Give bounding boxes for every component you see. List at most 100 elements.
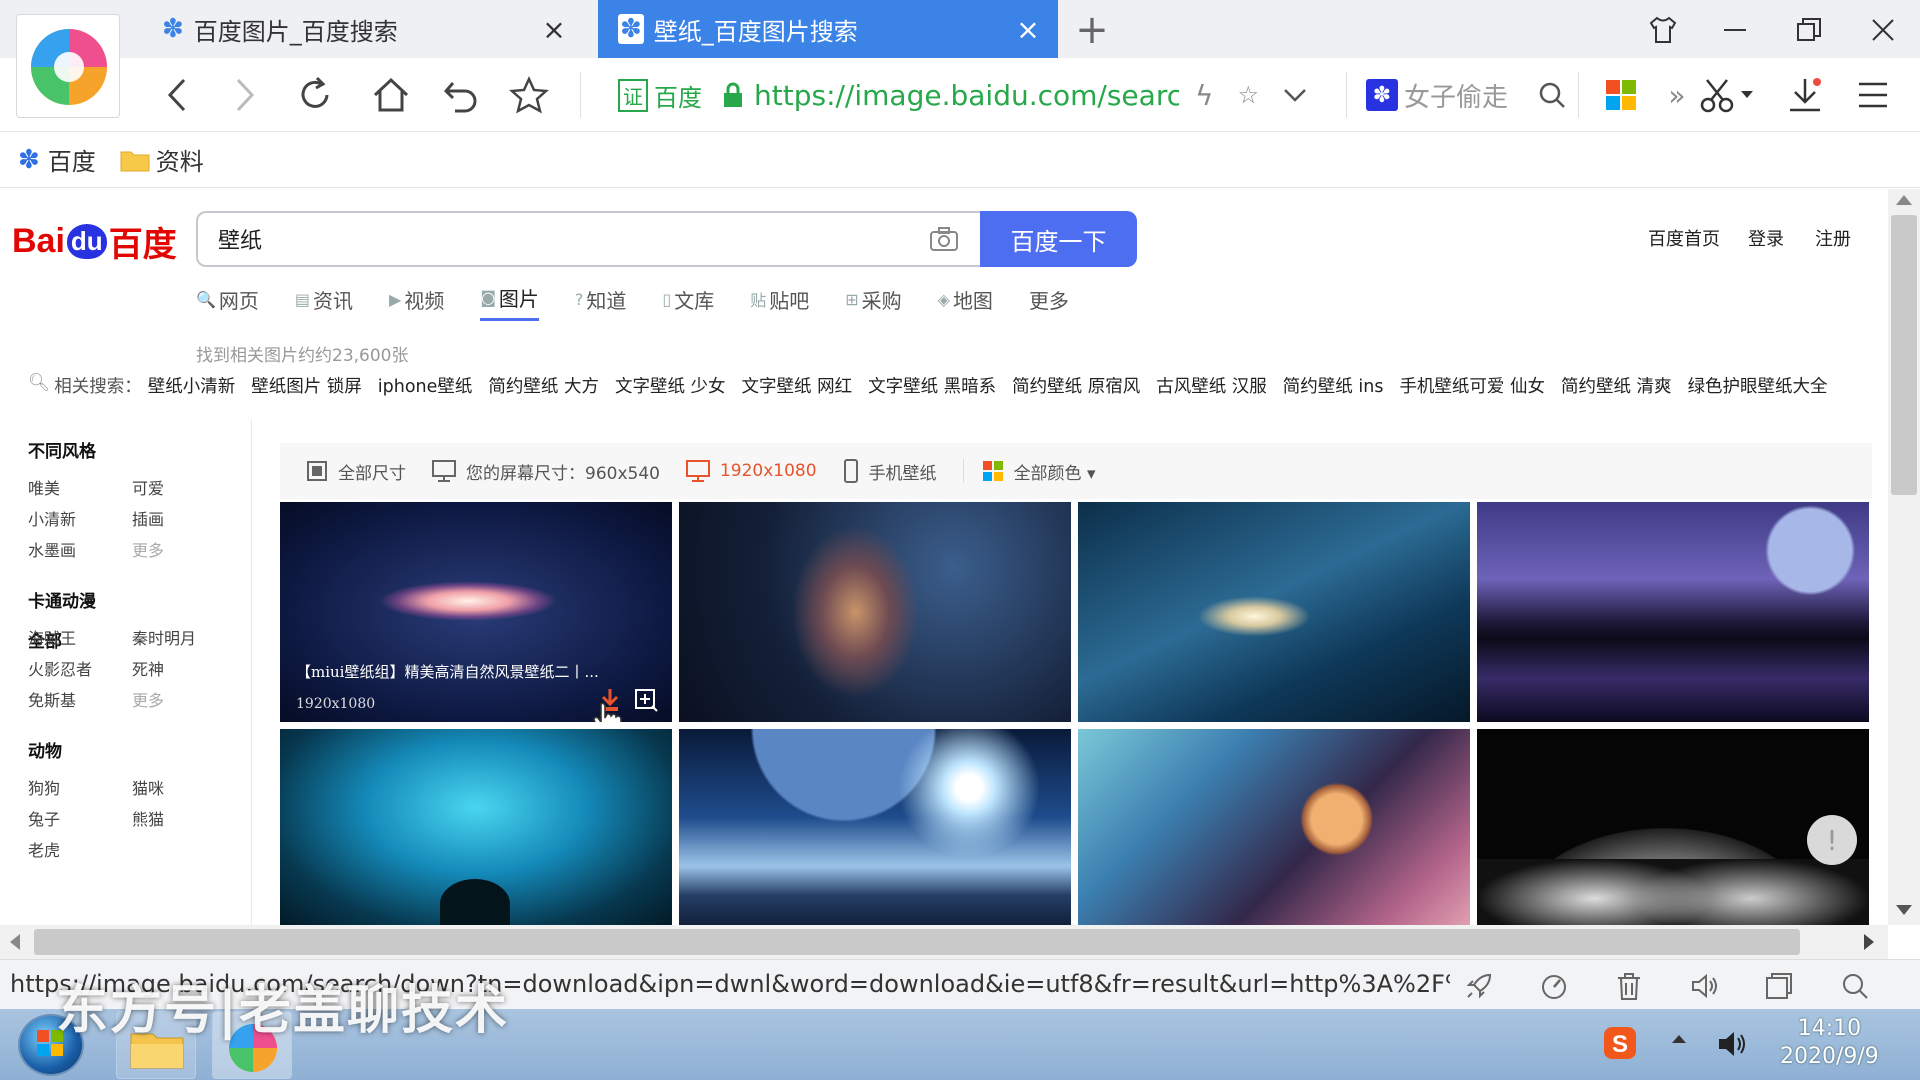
tab-video[interactable]: ▶ 视频 xyxy=(389,283,444,321)
filter-phone-wallpaper[interactable]: 手机壁纸 xyxy=(843,459,937,484)
scroll-up-icon[interactable] xyxy=(1896,195,1912,205)
speaker-icon[interactable] xyxy=(1716,1027,1750,1061)
filter-screen-size[interactable]: 您的屏幕尺寸：960x540 xyxy=(432,459,660,484)
new-tab-button[interactable]: + xyxy=(1070,7,1114,53)
close-window-button[interactable] xyxy=(1860,8,1906,52)
favorite-star-icon[interactable] xyxy=(504,70,554,120)
scroll-right-icon[interactable] xyxy=(1864,934,1874,950)
tab-news[interactable]: ▤ 资讯 xyxy=(295,283,353,321)
filter-all-colors[interactable]: 全部颜色 ▾ xyxy=(982,459,1096,484)
refresh-icon[interactable] xyxy=(290,70,340,120)
sidebar-item[interactable]: 水墨画 xyxy=(28,537,76,561)
camera-icon[interactable] xyxy=(929,226,959,252)
related-link[interactable]: 简约壁纸 大方 xyxy=(488,373,599,398)
filter-1920x1080[interactable]: 1920x1080 xyxy=(685,460,817,482)
sidebar-item[interactable]: 猫咪 xyxy=(132,775,164,799)
volume-icon[interactable] xyxy=(1688,969,1722,1003)
wallpaper-thumbnail[interactable] xyxy=(679,729,1071,925)
rocket-icon[interactable] xyxy=(1462,969,1496,1003)
related-link[interactable]: iphone壁纸 xyxy=(378,373,473,398)
tab-map[interactable]: ◈ 地图 xyxy=(938,283,993,321)
vertical-scroll-thumb[interactable] xyxy=(1891,215,1917,495)
zoom-icon[interactable] xyxy=(1838,969,1872,1003)
sogou-ime-icon[interactable]: S xyxy=(1602,1025,1638,1061)
bookmark-folder-ziliao[interactable]: 资料 xyxy=(120,142,204,177)
related-link[interactable]: 手机壁纸可爱 仙女 xyxy=(1399,373,1545,398)
link-baidu-home[interactable]: 百度首页 xyxy=(1648,225,1720,251)
sidebar-item[interactable]: 火影忍者 xyxy=(28,656,92,680)
undo-icon[interactable] xyxy=(436,70,486,120)
tab-zhidao[interactable]: ? 知道 xyxy=(575,283,627,321)
sidebar-item[interactable]: 可爱 xyxy=(132,475,164,499)
minimize-button[interactable] xyxy=(1712,8,1758,52)
link-register[interactable]: 注册 xyxy=(1815,225,1851,251)
sidebar-item[interactable]: 插画 xyxy=(132,506,164,530)
forward-button[interactable] xyxy=(220,70,270,120)
tab-close-button[interactable]: × xyxy=(1014,13,1042,46)
tab-close-button[interactable]: × xyxy=(540,13,568,46)
tray-expand-icon[interactable] xyxy=(1672,1035,1686,1043)
sidebar-item[interactable]: 秦时明月 xyxy=(132,625,196,649)
menu-icon[interactable] xyxy=(1848,70,1898,120)
tab-tieba[interactable]: 贴贴吧 xyxy=(750,283,809,321)
zoom-preview-icon[interactable] xyxy=(634,688,658,712)
scroll-left-icon[interactable] xyxy=(10,934,20,950)
certificate-icon[interactable]: 证 xyxy=(618,78,648,112)
bookmark-baidu[interactable]: ✽ 百度 xyxy=(18,142,96,177)
tab-wenku[interactable]: ▯ 文库 xyxy=(662,283,714,321)
restore-button[interactable] xyxy=(1786,8,1832,52)
baidu-search-engine-icon[interactable]: ✽ xyxy=(1366,79,1398,111)
sidebar-item[interactable]: 免斯基 xyxy=(28,687,76,711)
skin-icon[interactable] xyxy=(1640,8,1686,52)
related-link[interactable]: 文字壁纸 少女 xyxy=(615,373,726,398)
tab-wallpaper-search[interactable]: ✽ 壁纸_百度图片搜索 × xyxy=(598,0,1058,58)
download-icon[interactable] xyxy=(1780,70,1830,120)
address-bar[interactable]: 证 百度 https://image.baidu.com/searc ϟ ☆ xyxy=(592,68,1342,122)
back-button[interactable] xyxy=(152,70,202,120)
search-input[interactable]: 壁纸 xyxy=(196,211,981,267)
sidebar-item[interactable]: 唯美 xyxy=(28,475,60,499)
browser-logo-icon[interactable] xyxy=(16,14,120,118)
sidebar-item[interactable]: 小清新 xyxy=(28,506,76,530)
related-link[interactable]: 壁纸图片 锁屏 xyxy=(251,373,362,398)
wallpaper-thumbnail[interactable] xyxy=(1078,502,1470,722)
feedback-icon[interactable]: ! xyxy=(1807,815,1857,865)
sidebar-item[interactable]: 狗狗 xyxy=(28,775,60,799)
link-login[interactable]: 登录 xyxy=(1748,225,1784,251)
tab-more[interactable]: 更多 xyxy=(1029,283,1069,321)
filter-all-sizes[interactable]: 全部尺寸 xyxy=(306,459,406,484)
related-link[interactable]: 文字壁纸 黑暗系 xyxy=(868,373,996,398)
url-text[interactable]: https://image.baidu.com/searc xyxy=(754,79,1179,112)
related-link[interactable]: 简约壁纸 ins xyxy=(1283,373,1384,398)
search-button[interactable]: 百度一下 xyxy=(980,211,1137,267)
sidebar-item[interactable]: 海贼王 xyxy=(28,625,76,649)
related-link[interactable]: 绿色护眼壁纸大全 xyxy=(1688,373,1828,398)
trash-icon[interactable] xyxy=(1612,969,1646,1003)
related-link[interactable]: 古风壁纸 汉服 xyxy=(1156,373,1267,398)
wallpaper-thumbnail[interactable]: 【miui壁纸组】精美高清自然风景壁纸二丨... 1920x1080 xyxy=(280,502,672,722)
wallpaper-thumbnail[interactable] xyxy=(679,502,1071,722)
top-search-box[interactable]: ✽ 女子偷走 xyxy=(1366,68,1572,122)
related-link[interactable]: 文字壁纸 网红 xyxy=(742,373,853,398)
speedup-icon[interactable] xyxy=(1537,969,1571,1003)
wallpaper-thumbnail[interactable] xyxy=(280,729,672,925)
search-icon[interactable] xyxy=(1538,81,1566,109)
lightning-icon[interactable]: ϟ xyxy=(1195,79,1213,112)
related-link[interactable]: 简约壁纸 原宿风 xyxy=(1012,373,1140,398)
sidebar-more[interactable]: 更多 xyxy=(132,687,164,711)
star-plus-icon[interactable]: ☆ xyxy=(1237,81,1259,109)
sidebar-more[interactable]: 更多 xyxy=(132,537,164,561)
scroll-down-icon[interactable] xyxy=(1896,905,1912,915)
sidebar-item[interactable]: 熊猫 xyxy=(132,806,164,830)
system-clock[interactable]: 14:10 2020/9/9 xyxy=(1780,1015,1879,1071)
tab-baidu-images[interactable]: ✽ 百度图片_百度搜索 × xyxy=(150,0,580,58)
chevron-down-icon[interactable] xyxy=(1283,87,1307,103)
wallpaper-thumbnail[interactable]: ! xyxy=(1477,729,1869,925)
tab-caigou[interactable]: ⊞ 采购 xyxy=(845,283,901,321)
chevron-down-icon[interactable] xyxy=(1734,70,1760,120)
horizontal-scroll-thumb[interactable] xyxy=(34,929,1800,955)
sidebar-item[interactable]: 老虎 xyxy=(28,837,60,861)
related-link[interactable]: 简约壁纸 清爽 xyxy=(1561,373,1672,398)
apps-grid-icon[interactable] xyxy=(1596,70,1646,120)
sidebar-item[interactable]: 兔子 xyxy=(28,806,60,830)
